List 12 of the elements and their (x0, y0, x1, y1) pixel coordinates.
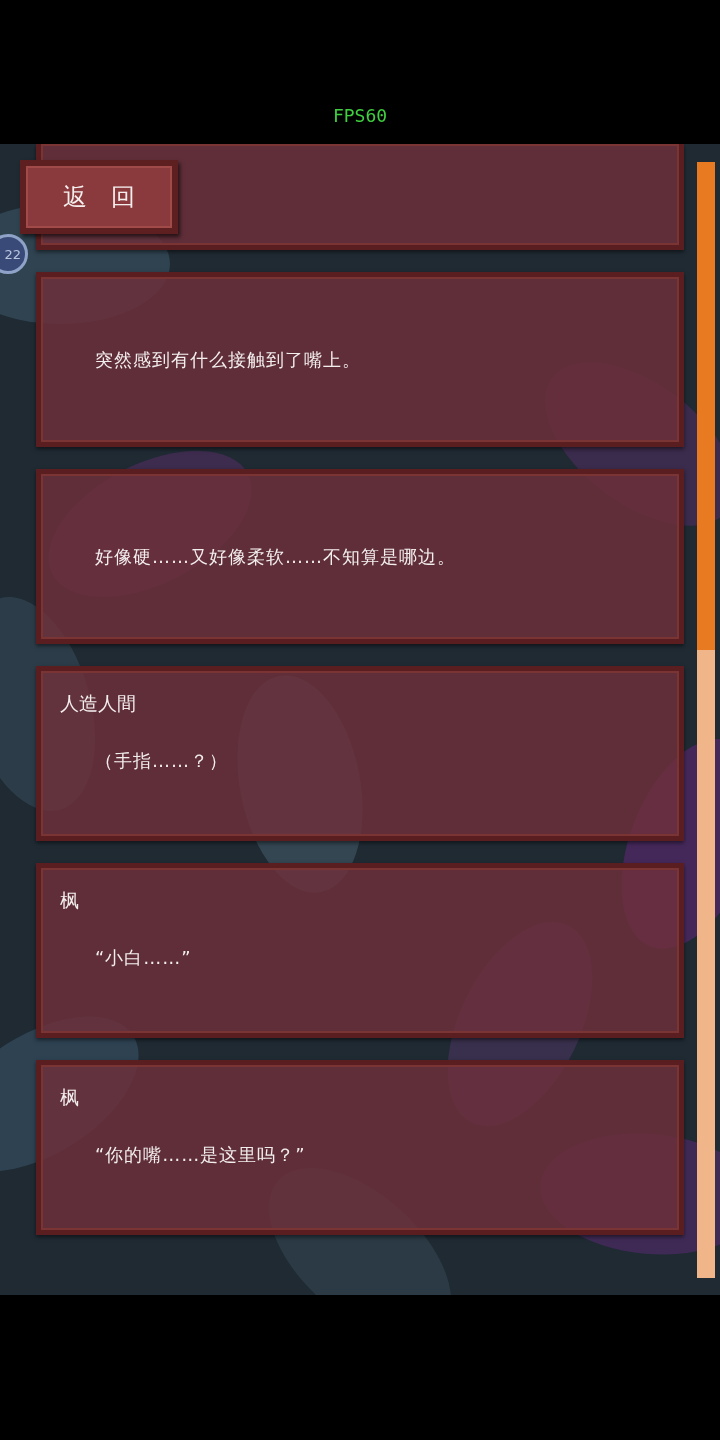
dialogue-text: “你的嘴……是这里吗？” (95, 1143, 306, 1167)
dialogue-text: “小白……” (95, 946, 192, 970)
scrollbar-thumb[interactable] (697, 162, 715, 650)
narration-text: 突然感到有什么接触到了嘴上。 (95, 347, 361, 372)
fps-counter: FPS60 (332, 105, 388, 126)
speaker-name: 枫 (60, 888, 79, 913)
back-button[interactable]: 返 回 (20, 160, 178, 234)
dialogue-text: （手指……？） (95, 749, 228, 773)
scrollbar[interactable] (697, 162, 715, 1278)
narration-text: 好像硬……又好像柔软……不知算是哪边。 (95, 544, 456, 569)
speaker-name: 人造人間 (60, 691, 136, 716)
speaker-name: 枫 (60, 1085, 79, 1110)
